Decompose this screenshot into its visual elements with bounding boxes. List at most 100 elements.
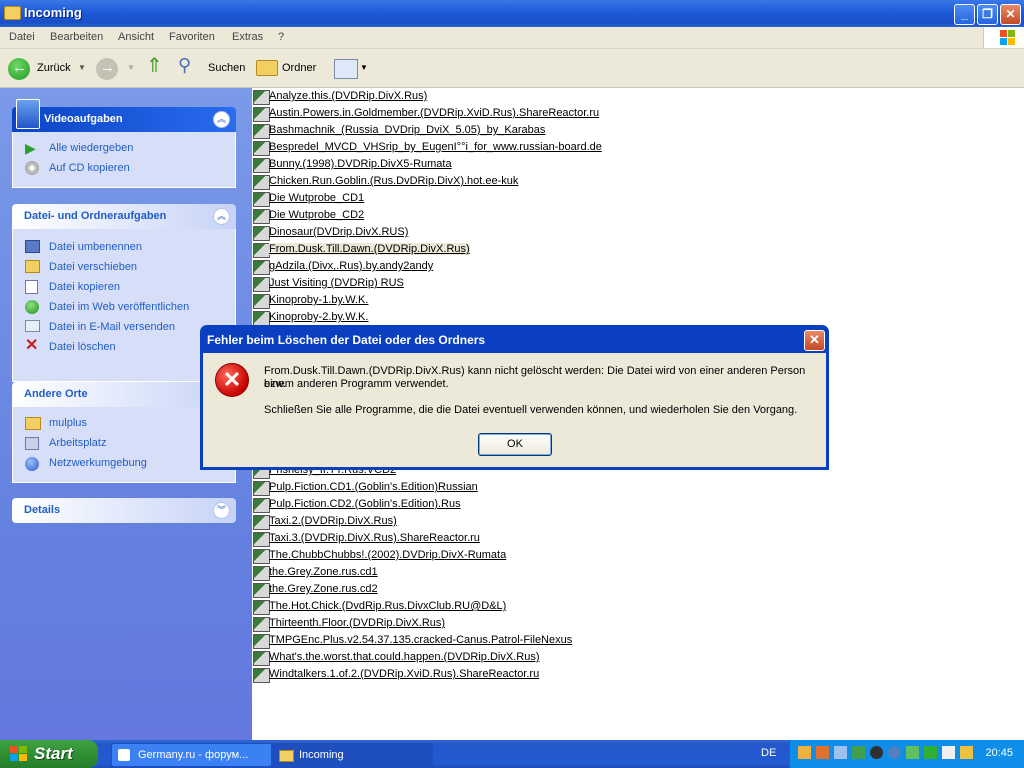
close-button[interactable]: ✕ <box>1000 4 1021 25</box>
file-name: gAdzila.(Divx,.Rus).by.andy2andy <box>269 260 434 272</box>
tray-icon[interactable] <box>852 746 865 759</box>
panel-video-body: ▶ Alle wiedergeben Auf CD kopieren <box>12 132 236 188</box>
copy-icon <box>25 280 38 294</box>
start-button[interactable]: Start <box>0 740 98 768</box>
delete-file-link[interactable]: Datei löschen <box>49 341 116 353</box>
video-file-icon <box>253 209 270 224</box>
file-name: Taxi.2.(DVDRip.DivX.Rus) <box>269 515 397 527</box>
search-icon: ⚲ <box>178 55 192 75</box>
windows-logo-icon <box>983 27 1024 48</box>
video-file-icon <box>253 515 270 530</box>
error-icon: ✕ <box>215 363 249 397</box>
tray-icon[interactable] <box>798 746 811 759</box>
maximize-button[interactable]: ❐ <box>977 4 998 25</box>
task-label: Germany.ru - форум... <box>138 749 249 761</box>
system-tray: 20:45 <box>789 740 1024 768</box>
tray-icon[interactable] <box>816 746 829 759</box>
collapse-icon[interactable]: ︽ <box>213 208 230 225</box>
forward-arrow-icon[interactable]: → <box>96 58 118 80</box>
clock[interactable]: 20:45 <box>985 747 1013 759</box>
file-name: Bashmachnik_(Russia_DVDrip_DviX_5.05)_by… <box>269 124 546 136</box>
video-file-icon <box>253 107 270 122</box>
panel-other-places-title: Andere Orte <box>24 388 88 400</box>
file-name: Kinoproby-1.by.W.K. <box>269 294 369 306</box>
file-name: Just Visiting (DVDRip) RUS <box>269 277 404 289</box>
forward-dropdown-icon[interactable]: ▼ <box>127 57 135 79</box>
menu-extras[interactable]: Extras <box>232 31 263 43</box>
menu-ansicht[interactable]: Ansicht <box>118 31 154 43</box>
toolbar: ← Zurück ▼ → ▼ ⇑ ⚲ Suchen Ordner ▼ <box>0 49 1024 88</box>
file-name: Taxi.3.(DVDRip.DivX.Rus).ShareReactor.ru <box>269 532 480 544</box>
menu-datei[interactable]: Datei <box>9 31 35 43</box>
back-button[interactable]: Zurück <box>37 57 71 79</box>
file-name: From.Dusk.Till.Dawn.(DVDRip.DivX.Rus) <box>269 243 470 255</box>
video-file-icon <box>253 311 270 326</box>
browser-icon <box>118 749 130 761</box>
file-name: Austin.Powers.in.Goldmember.(DVDRip.XviD… <box>269 107 600 119</box>
menu-favoriten[interactable]: Favoriten <box>169 31 215 43</box>
video-file-icon <box>253 175 270 190</box>
views-icon[interactable] <box>334 59 358 79</box>
tray-icon[interactable] <box>942 746 955 759</box>
place-mulplus[interactable]: mulplus <box>49 417 87 429</box>
file-name: The.ChubbChubbs!.(2002).DVDrip.DivX-Ruma… <box>269 549 507 561</box>
collapse-icon[interactable]: ︽ <box>213 111 230 128</box>
menu-bearbeiten[interactable]: Bearbeiten <box>50 31 103 43</box>
place-network[interactable]: Netzwerkumgebung <box>49 457 147 469</box>
file-name: TMPGEnc.Plus.v2.54.37.135.cracked-Canus.… <box>269 634 573 646</box>
folders-button[interactable]: Ordner <box>282 57 316 79</box>
windows-flag-icon <box>10 746 28 762</box>
menu-help[interactable]: ? <box>278 31 284 43</box>
video-file-icon <box>253 260 270 275</box>
panel-video-header[interactable]: Videoaufgaben ︽ <box>12 99 236 132</box>
search-button[interactable]: Suchen <box>208 57 245 79</box>
web-publish-icon <box>25 300 39 314</box>
move-icon <box>25 260 40 273</box>
video-file-icon <box>253 668 270 683</box>
video-file-icon <box>253 600 270 615</box>
email-file-link[interactable]: Datei in E-Mail versenden <box>49 321 175 333</box>
menu-bar: Datei Bearbeiten Ansicht Favoriten Extra… <box>0 27 1024 49</box>
place-my-computer[interactable]: Arbeitsplatz <box>49 437 106 449</box>
panel-file-tasks-header[interactable]: Datei- und Ordneraufgaben ︽ <box>12 204 236 229</box>
copy-file-link[interactable]: Datei kopieren <box>49 281 120 293</box>
publish-web-link[interactable]: Datei im Web veröffentlichen <box>49 301 189 313</box>
file-name: Die Wutprobe_CD2 <box>269 209 365 221</box>
play-all-link[interactable]: Alle wiedergeben <box>49 142 133 154</box>
folder-up-icon[interactable]: ⇑ <box>146 55 163 77</box>
minimize-button[interactable]: _ <box>954 4 975 25</box>
back-dropdown-icon[interactable]: ▼ <box>78 57 86 79</box>
dialog-body: ✕ From.Dusk.Till.Dawn.(DVDRip.DivX.Rus) … <box>203 353 826 467</box>
folders-icon <box>256 60 278 76</box>
ok-button[interactable]: OK <box>478 433 552 456</box>
task-button-incoming[interactable]: Incoming <box>272 743 433 767</box>
language-indicator[interactable]: DE <box>761 747 776 759</box>
tray-icon[interactable] <box>888 746 901 759</box>
window-title: Incoming <box>24 5 82 20</box>
file-name: Pulp.Fiction.CD1.(Goblin's.Edition)Russi… <box>269 481 478 493</box>
panel-video-title: Videoaufgaben <box>44 113 123 125</box>
tray-icon[interactable] <box>906 746 919 759</box>
expand-icon[interactable]: ︾ <box>213 502 230 519</box>
views-dropdown-icon[interactable]: ▼ <box>360 57 368 79</box>
move-file-link[interactable]: Datei verschieben <box>49 261 137 273</box>
tray-icons[interactable] <box>798 746 973 762</box>
tray-icon[interactable] <box>924 746 937 759</box>
play-icon: ▶ <box>25 140 36 156</box>
tray-icon[interactable] <box>960 746 973 759</box>
file-name: Windtalkers.1.of.2.(DVDRip.XviD.Rus).Sha… <box>269 668 540 680</box>
video-file-icon <box>253 651 270 666</box>
title-bar[interactable]: Incoming _ ❐ ✕ <box>0 0 1024 27</box>
tray-icon[interactable] <box>834 746 847 759</box>
panel-details-header[interactable]: Details ︾ <box>12 498 236 523</box>
dialog-close-button[interactable]: ✕ <box>804 330 825 351</box>
rename-file-link[interactable]: Datei umbenennen <box>49 241 142 253</box>
file-name: Chicken.Run.Goblin.(Rus.DvDRip.DivX).hot… <box>269 175 519 187</box>
tray-icon[interactable] <box>870 746 883 759</box>
back-arrow-icon[interactable]: ← <box>8 58 30 80</box>
copy-to-cd-link[interactable]: Auf CD kopieren <box>49 162 130 174</box>
panel-details: Details ︾ <box>12 498 236 523</box>
task-button-germany[interactable]: Germany.ru - форум... <box>111 743 272 767</box>
video-file-icon <box>253 90 270 105</box>
panel-file-tasks-title: Datei- und Ordneraufgaben <box>24 210 167 222</box>
